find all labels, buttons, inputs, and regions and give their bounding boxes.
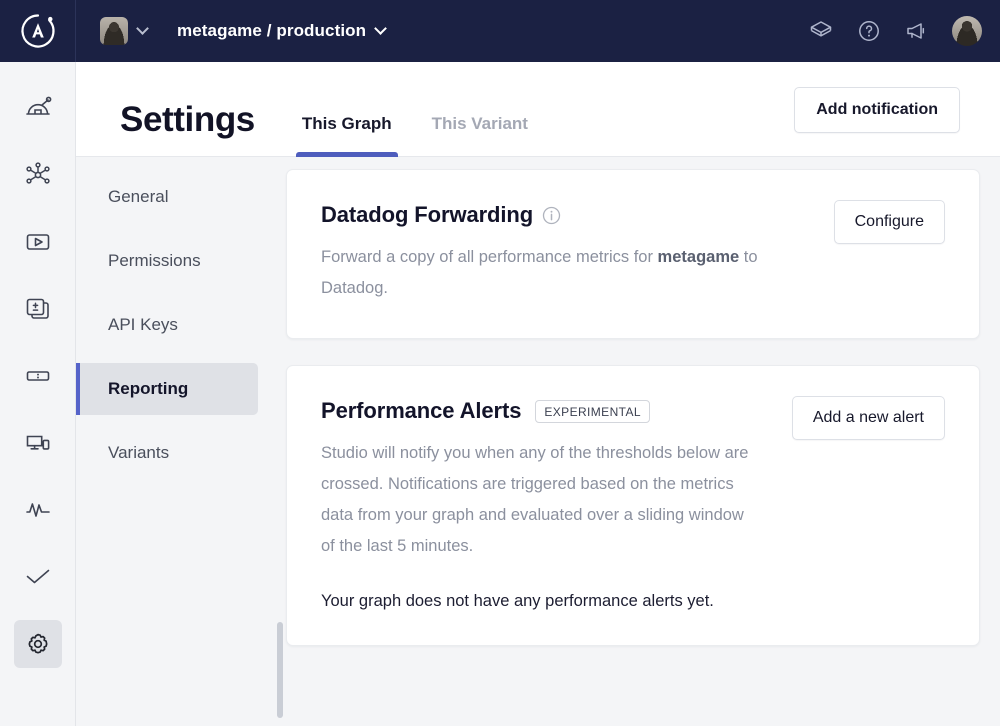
top-bar-left: metagame / production bbox=[76, 0, 385, 62]
app-root: metagame / production bbox=[0, 0, 1000, 726]
top-bar-right bbox=[808, 16, 1000, 46]
terminal-icon bbox=[23, 361, 53, 391]
observatory-icon bbox=[23, 93, 53, 123]
play-box-icon bbox=[23, 227, 53, 257]
rail-item-settings[interactable] bbox=[14, 620, 62, 668]
settings-nav-item-reporting[interactable]: Reporting bbox=[76, 363, 258, 415]
breadcrumb[interactable]: metagame / production bbox=[177, 21, 385, 41]
settings-cards: Datadog Forwarding Forward a copy of all… bbox=[266, 157, 1000, 726]
status-badge: EXPERIMENTAL bbox=[535, 400, 650, 423]
top-bar: metagame / production bbox=[0, 0, 1000, 62]
content-scrollbar[interactable] bbox=[275, 157, 285, 726]
devices-icon bbox=[23, 428, 53, 458]
rail-item-clients[interactable] bbox=[14, 419, 62, 467]
graph-network-icon bbox=[23, 160, 53, 190]
checkmark-icon bbox=[23, 562, 53, 592]
stacked-cards-icon bbox=[23, 294, 53, 324]
cube-icon[interactable] bbox=[808, 18, 834, 44]
rail-item-home[interactable] bbox=[14, 84, 62, 132]
add-notification-button[interactable]: Add notification bbox=[794, 87, 960, 133]
icon-rail bbox=[0, 62, 76, 726]
settings-body: General Permissions API Keys Reporting V… bbox=[76, 157, 1000, 726]
megaphone-icon[interactable] bbox=[904, 18, 930, 44]
info-circle-icon[interactable] bbox=[533, 206, 561, 225]
scrollbar-thumb[interactable] bbox=[277, 622, 283, 718]
tab-bar: This Graph This Variant bbox=[299, 114, 565, 156]
settings-nav: General Permissions API Keys Reporting V… bbox=[76, 157, 266, 726]
performance-alerts-card: Performance Alerts EXPERIMENTAL Studio w… bbox=[286, 365, 980, 646]
avatar[interactable] bbox=[952, 16, 982, 46]
datadog-card-description: Forward a copy of all performance metric… bbox=[321, 242, 761, 304]
settings-nav-item-variants[interactable]: Variants bbox=[76, 427, 258, 479]
rail-item-changelog[interactable] bbox=[14, 285, 62, 333]
page-title: Settings bbox=[120, 100, 255, 156]
activity-pulse-icon bbox=[23, 495, 53, 525]
datadog-desc-part1: Forward a copy of all performance metric… bbox=[321, 248, 658, 266]
breadcrumb-label: metagame / production bbox=[177, 21, 366, 41]
performance-alerts-empty-state: Your graph does not have any performance… bbox=[321, 592, 945, 611]
gear-icon bbox=[23, 629, 53, 659]
configure-button[interactable]: Configure bbox=[834, 200, 945, 244]
datadog-forwarding-card: Datadog Forwarding Forward a copy of all… bbox=[286, 169, 980, 339]
tab-this-graph[interactable]: This Graph bbox=[299, 114, 395, 156]
performance-alerts-card-title: Performance Alerts bbox=[321, 398, 521, 424]
settings-nav-item-general[interactable]: General bbox=[76, 171, 258, 223]
rail-item-operations[interactable] bbox=[14, 352, 62, 400]
rail-item-checks[interactable] bbox=[14, 553, 62, 601]
user-switcher-chevron-down-icon[interactable] bbox=[136, 22, 149, 35]
rail-item-metrics[interactable] bbox=[14, 486, 62, 534]
rail-item-explorer[interactable] bbox=[14, 218, 62, 266]
datadog-card-title: Datadog Forwarding bbox=[321, 202, 533, 228]
breadcrumb-chevron-down-icon[interactable] bbox=[374, 22, 387, 35]
tab-this-variant[interactable]: This Variant bbox=[429, 114, 531, 156]
settings-nav-item-permissions[interactable]: Permissions bbox=[76, 235, 258, 287]
page-header: Settings This Graph This Variant Add not… bbox=[76, 62, 1000, 157]
performance-alerts-description: Studio will notify you when any of the t… bbox=[321, 438, 761, 562]
help-circle-icon[interactable] bbox=[856, 18, 882, 44]
user-switcher-avatar[interactable] bbox=[100, 17, 128, 45]
main-panel: Settings This Graph This Variant Add not… bbox=[76, 62, 1000, 726]
apollo-logo-icon bbox=[18, 11, 58, 51]
add-new-alert-button[interactable]: Add a new alert bbox=[792, 396, 945, 440]
rail-item-schema[interactable] bbox=[14, 151, 62, 199]
settings-nav-item-api-keys[interactable]: API Keys bbox=[76, 299, 258, 351]
apollo-logo-button[interactable] bbox=[0, 0, 76, 62]
datadog-desc-graph-name: metagame bbox=[658, 248, 740, 266]
